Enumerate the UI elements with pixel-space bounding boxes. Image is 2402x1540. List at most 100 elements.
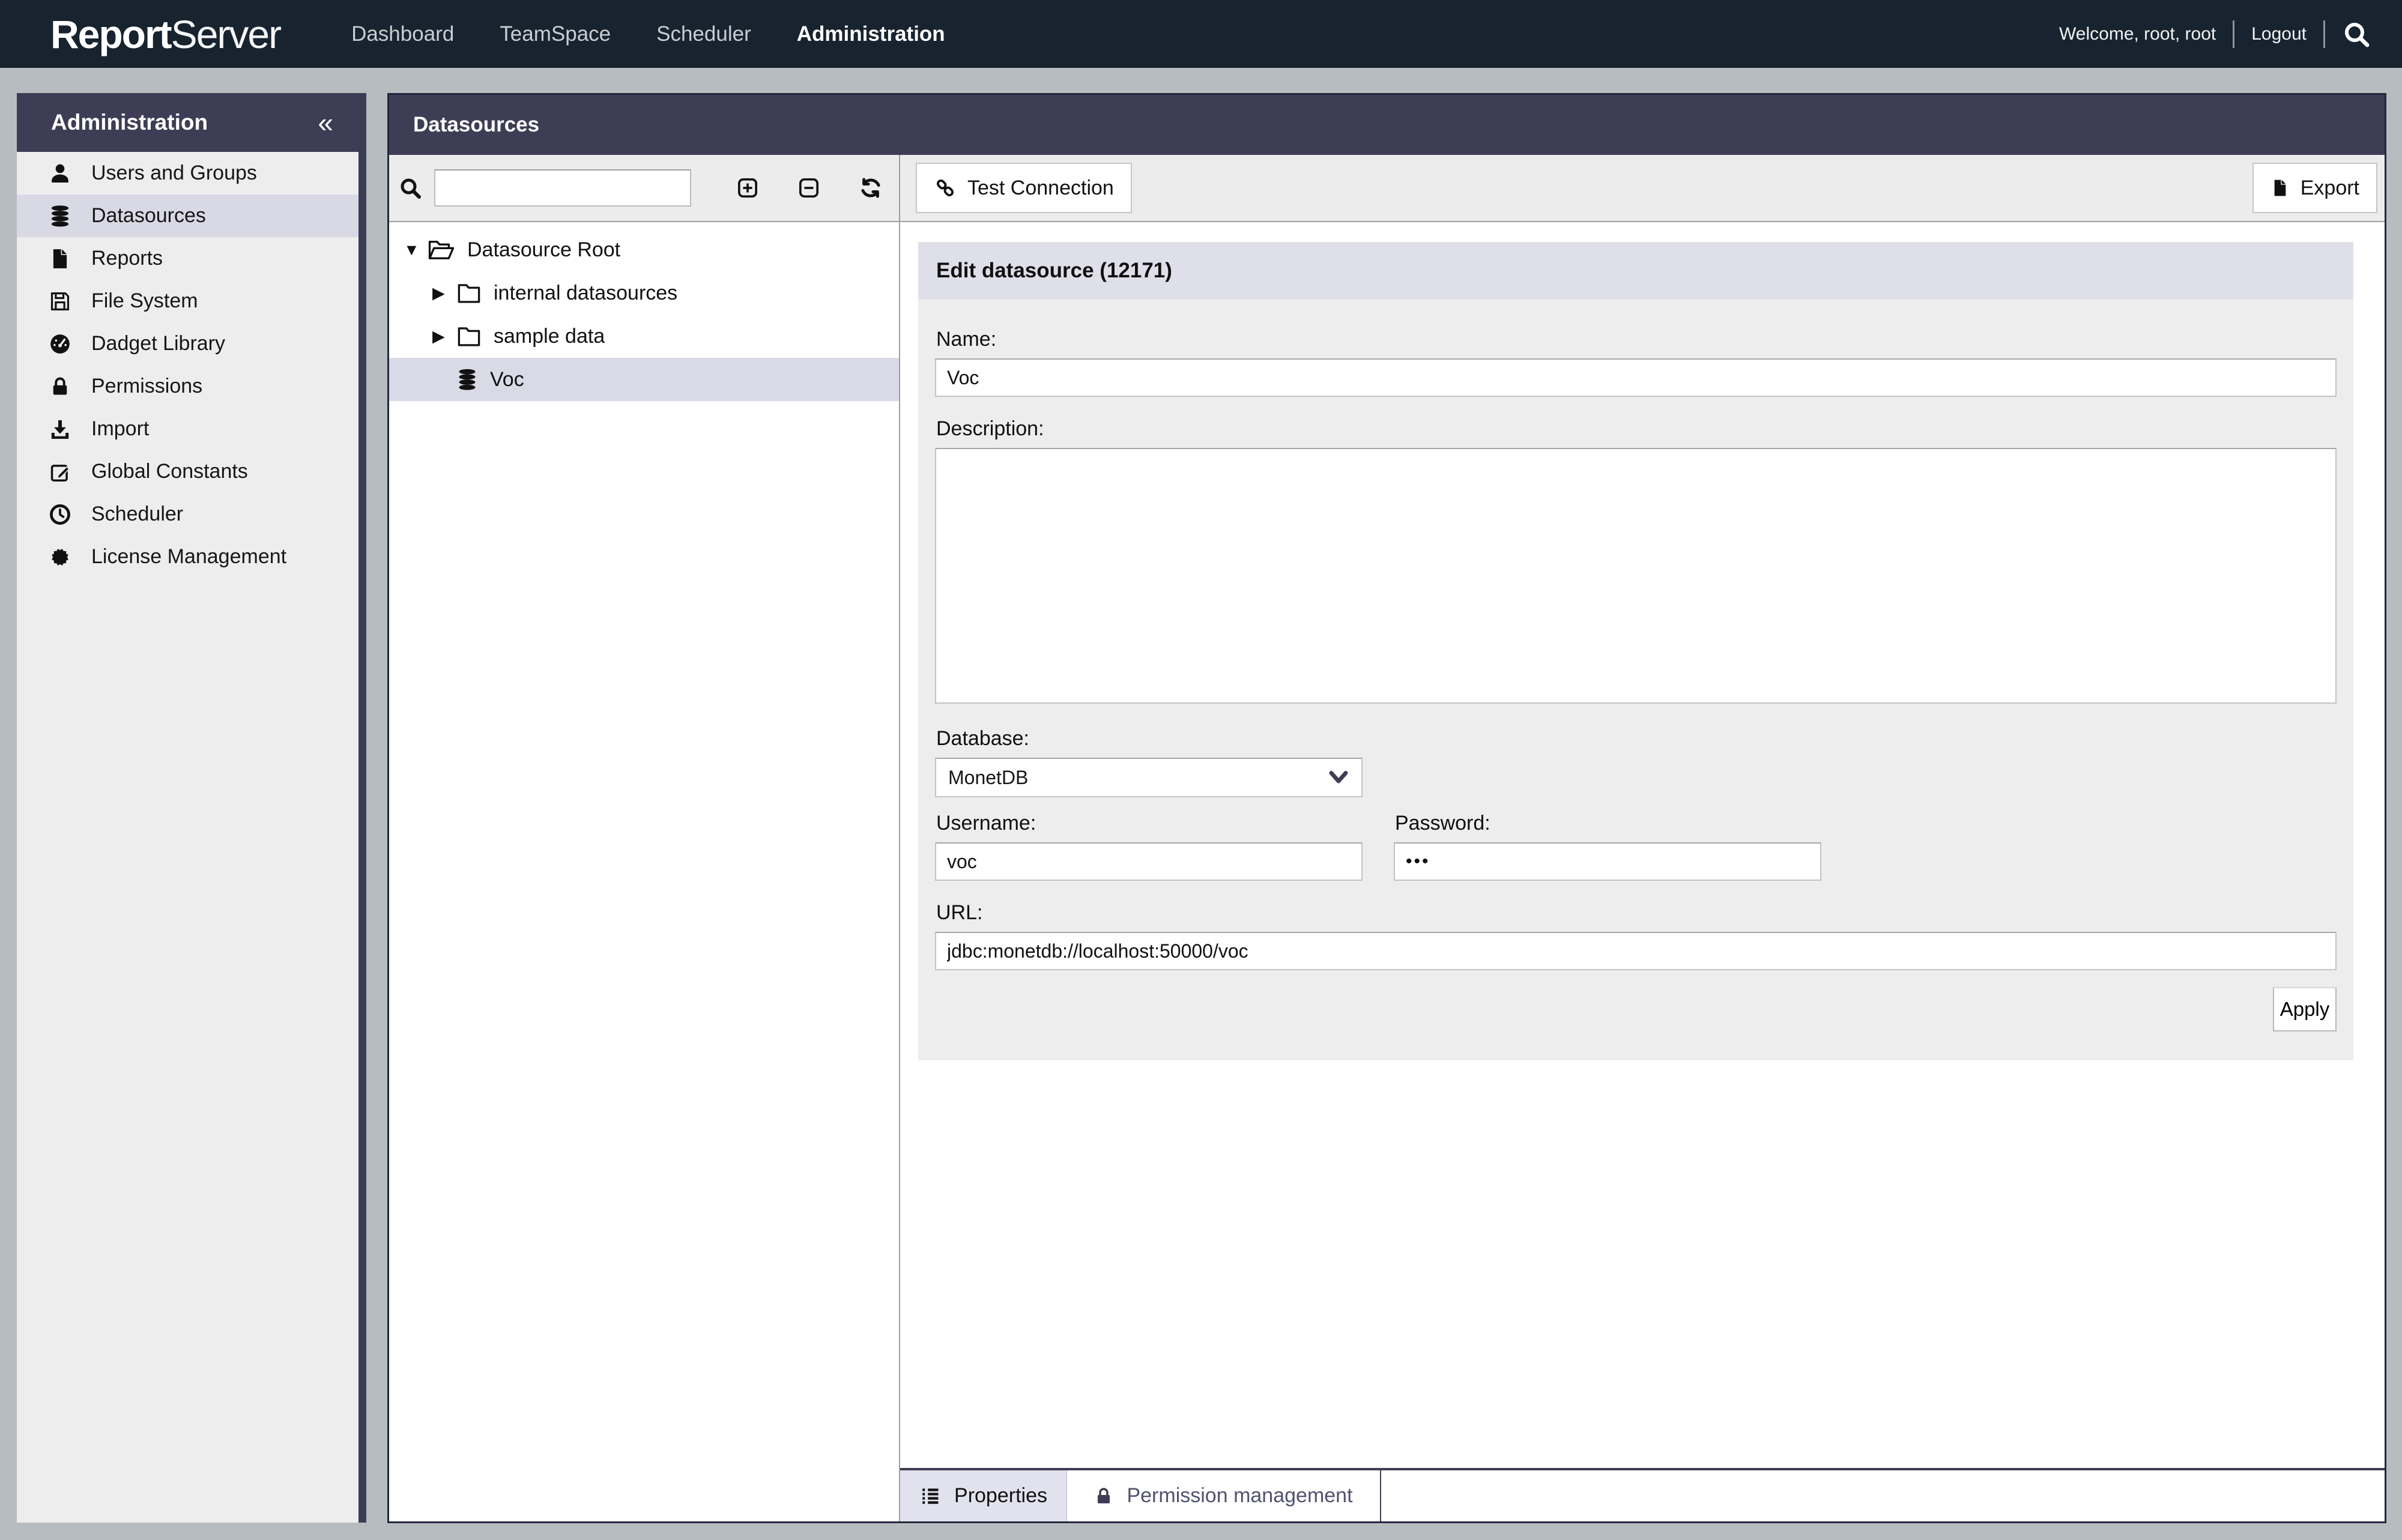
sidebar-item-license-management[interactable]: License Management: [17, 536, 358, 578]
caret-right-icon[interactable]: ▶: [432, 284, 456, 303]
export-label: Export: [2301, 177, 2359, 200]
sidebar-item-dadget-library[interactable]: Dadget Library: [17, 322, 358, 365]
sidebar-item-reports[interactable]: Reports: [17, 237, 358, 280]
tree-row-sample-data[interactable]: ▶ sample data: [389, 315, 899, 358]
database-select[interactable]: MonetDB: [935, 758, 1363, 797]
tab-properties[interactable]: Properties: [900, 1470, 1067, 1521]
tree-node-label[interactable]: sample data: [494, 325, 605, 348]
password-label: Password:: [1395, 812, 1821, 835]
tab-permission-management[interactable]: Permission management: [1067, 1470, 1381, 1521]
administration-sidebar: Administration « Users and Groups Dataso…: [17, 93, 366, 1523]
menu-item-scheduler[interactable]: Scheduler: [656, 22, 751, 46]
tab-label: Permission management: [1127, 1484, 1352, 1508]
datasources-panel-body: Test Connection Export ▼ Datasource Root…: [389, 155, 2385, 1521]
tree-node-label[interactable]: Datasource Root: [467, 238, 620, 262]
edit-datasource-header: Edit datasource (12171): [918, 242, 2353, 299]
sidebar-item-label: Import: [91, 417, 149, 441]
editor-tabbar: Properties Permission management: [900, 1468, 2385, 1521]
download-icon: [44, 417, 76, 441]
tree-row-internal-datasources[interactable]: ▶ internal datasources: [389, 271, 899, 315]
sidebar-item-global-constants[interactable]: Global Constants: [17, 450, 358, 493]
refresh-icon[interactable]: [858, 175, 883, 201]
search-icon: [398, 176, 422, 200]
tree-toolbar: [389, 155, 899, 221]
test-connection-button[interactable]: Test Connection: [916, 163, 1132, 213]
username-label: Username:: [936, 812, 1363, 835]
top-navbar: ReportServer Dashboard TeamSpace Schedul…: [0, 0, 2402, 68]
sidebar-item-label: Datasources: [91, 204, 206, 228]
logout-link[interactable]: Logout: [2251, 24, 2307, 44]
tab-label: Properties: [954, 1484, 1047, 1508]
global-search-icon[interactable]: [2342, 20, 2371, 49]
sidebar-item-label: Permissions: [91, 375, 202, 398]
apply-button[interactable]: Apply: [2273, 987, 2337, 1031]
datasource-form: Name: Description: Database: MonetDB Use…: [918, 299, 2353, 1060]
menu-item-dashboard[interactable]: Dashboard: [351, 22, 454, 46]
tree-node-label[interactable]: internal datasources: [494, 282, 677, 305]
file-icon: [44, 247, 76, 270]
link-icon: [934, 177, 957, 199]
url-label: URL:: [936, 901, 2337, 925]
list-icon: [919, 1485, 941, 1507]
description-field[interactable]: [935, 448, 2337, 704]
database-icon: [456, 367, 478, 391]
collapse-all-icon[interactable]: [797, 176, 821, 200]
name-field[interactable]: [935, 358, 2337, 397]
datasources-panel: Datasources: [387, 93, 2386, 1523]
gauge-icon: [44, 332, 76, 356]
app-logo: ReportServer: [50, 11, 280, 57]
panel-title: Datasources: [413, 113, 539, 137]
clock-icon: [44, 503, 76, 526]
sidebar-item-label: Global Constants: [91, 460, 248, 483]
sidebar-item-label: Reports: [91, 247, 163, 270]
tree-search-input[interactable]: [434, 169, 691, 207]
sidebar-item-file-system[interactable]: File System: [17, 280, 358, 322]
logo-light: Server: [171, 12, 280, 56]
edit-datasource-title: Edit datasource (12171): [936, 259, 1172, 283]
editor-form-card: Edit datasource (12171) Name: Descriptio…: [918, 242, 2353, 1060]
sidebar-item-users-and-groups[interactable]: Users and Groups: [17, 152, 358, 195]
username-column: Username:: [935, 797, 1363, 881]
sidebar-item-import[interactable]: Import: [17, 408, 358, 450]
folder-open-icon: [428, 238, 455, 262]
username-field[interactable]: [935, 842, 1363, 881]
collapse-sidebar-icon[interactable]: «: [318, 109, 333, 136]
menu-item-teamspace[interactable]: TeamSpace: [500, 22, 611, 46]
url-field[interactable]: [935, 932, 2337, 970]
main-menu: Dashboard TeamSpace Scheduler Administra…: [351, 22, 945, 46]
export-file-icon: [2270, 178, 2290, 198]
caret-right-icon[interactable]: ▶: [432, 327, 456, 346]
lock-icon: [44, 375, 76, 398]
sidebar-item-datasources[interactable]: Datasources: [17, 195, 358, 237]
folder-icon: [456, 324, 482, 348]
sidebar-item-label: Users and Groups: [91, 162, 257, 185]
password-field[interactable]: [1394, 842, 1821, 881]
credentials-row: Username: Password:: [935, 797, 2337, 881]
sidebar-item-scheduler[interactable]: Scheduler: [17, 493, 358, 536]
sidebar-item-label: Scheduler: [91, 503, 183, 526]
name-label: Name:: [936, 328, 2337, 351]
user-icon: [44, 162, 76, 186]
password-column: Password:: [1394, 797, 1821, 881]
caret-down-icon[interactable]: ▼: [404, 241, 428, 259]
tree-row-voc[interactable]: Voc: [389, 358, 899, 401]
export-button[interactable]: Export: [2252, 163, 2377, 213]
datasources-panel-header: Datasources: [389, 95, 2385, 155]
menu-item-administration[interactable]: Administration: [797, 22, 945, 46]
test-connection-label: Test Connection: [967, 177, 1114, 200]
datasource-editor: Edit datasource (12171) Name: Descriptio…: [900, 222, 2385, 1521]
editor-spacer: [900, 1060, 2385, 1468]
logo-bold: Report: [50, 12, 171, 56]
tree-node-label[interactable]: Voc: [490, 368, 524, 391]
save-icon: [44, 290, 76, 313]
description-label: Description:: [936, 417, 2337, 441]
database-label: Database:: [936, 727, 2337, 750]
tree-row-datasource-root[interactable]: ▼ Datasource Root: [389, 228, 899, 271]
editor-toolbar: Test Connection Export: [900, 155, 2385, 221]
apply-row: Apply: [935, 987, 2337, 1031]
sidebar-item-label: Dadget Library: [91, 332, 225, 355]
navbar-right: Welcome, root, root Logout: [2059, 20, 2371, 49]
sidebar-item-permissions[interactable]: Permissions: [17, 365, 358, 408]
datasource-tree: ▼ Datasource Root ▶ internal datasources…: [389, 222, 899, 1521]
expand-all-icon[interactable]: [736, 176, 760, 200]
